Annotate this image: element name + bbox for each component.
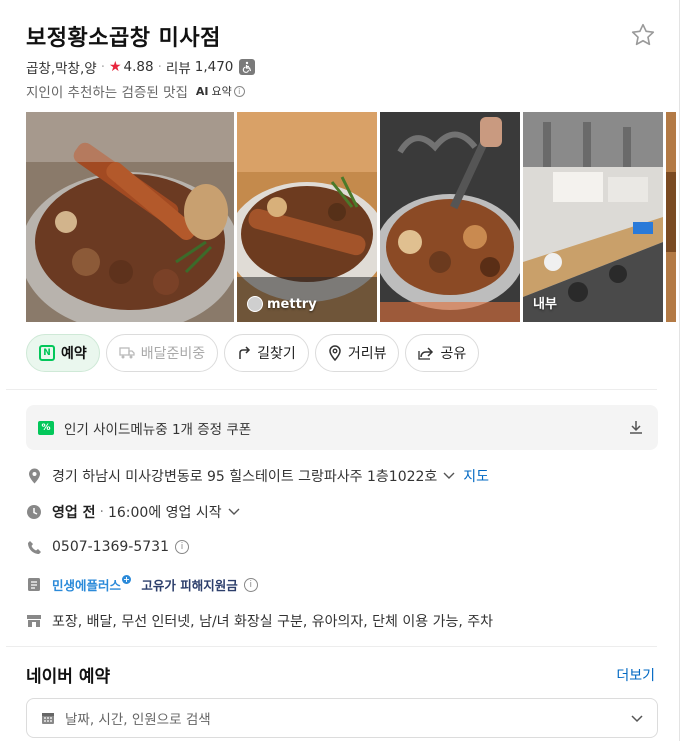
- section-divider: [6, 389, 657, 390]
- ai-summary-badge[interactable]: AI 요약 i: [196, 83, 245, 99]
- info-icon[interactable]: i: [243, 577, 258, 592]
- location-pin-icon: [26, 468, 42, 484]
- photo-item[interactable]: mettry: [237, 112, 377, 322]
- plus-icon: +: [122, 575, 132, 584]
- photo-item[interactable]: [666, 112, 676, 322]
- business-hours: 16:00에 영업 시작: [107, 505, 222, 521]
- promo-badge[interactable]: 민생에플러스 + 고유가 피해지원금: [52, 575, 238, 594]
- coupon-banner[interactable]: % 인기 사이드메뉴중 1개 증정 쿠폰: [26, 405, 658, 450]
- ai-badge-label: AI: [195, 84, 209, 98]
- hours-row[interactable]: 영업 전 · 16:00에 영업 시작: [26, 502, 240, 522]
- amenities-row: 포장, 배달, 무선 인터넷, 남/녀 화장실 구분, 유아의자, 단체 이용 …: [26, 611, 493, 631]
- share-button[interactable]: 공유: [405, 334, 480, 372]
- avatar: [247, 296, 263, 312]
- photo-label: mettry: [247, 296, 317, 312]
- directions-arrow-icon: [237, 346, 251, 360]
- booking-section-title: 네이버 예약: [26, 667, 111, 687]
- booking-more-link[interactable]: 더보기: [616, 665, 655, 685]
- ai-summary-label: 요약: [211, 85, 232, 98]
- promo-brand: 민생에플러스: [52, 578, 122, 593]
- section-divider: [6, 646, 657, 647]
- share-label: 공유: [440, 346, 467, 362]
- delivery-label: 배달준비중: [140, 346, 206, 362]
- accessibility-icon: [239, 59, 256, 75]
- reserve-button[interactable]: N 예약: [26, 334, 100, 372]
- place-category: 곱창,막창,양: [26, 61, 97, 77]
- place-tagline-row: 지인이 추천하는 검증된 맛집 AI 요약 i: [26, 81, 245, 101]
- promo-row: 민생에플러스 + 고유가 피해지원금 i: [26, 575, 258, 594]
- directions-button[interactable]: 길찾기: [224, 334, 309, 372]
- directions-label: 길찾기: [257, 346, 296, 362]
- delivery-button[interactable]: 배달준비중: [105, 334, 219, 372]
- rating-star-icon: ★: [108, 59, 122, 75]
- phone-row: 0507-1369-5731 i: [26, 539, 189, 555]
- chevron-down-icon[interactable]: [443, 472, 455, 480]
- review-label[interactable]: 리뷰: [166, 57, 191, 77]
- street-view-label: 거리뷰: [347, 346, 387, 362]
- naver-booking-icon: N: [39, 345, 55, 361]
- chevron-down-icon: [631, 711, 643, 727]
- list-icon: [26, 577, 42, 593]
- promo-text: 고유가 피해지원금: [141, 578, 238, 593]
- chevron-down-icon[interactable]: [228, 508, 240, 516]
- download-icon[interactable]: [628, 419, 644, 439]
- place-tagline: 지인이 추천하는 검증된 맛집: [26, 85, 188, 101]
- photo-item[interactable]: 내부: [523, 112, 663, 322]
- delivery-truck-icon: [119, 346, 135, 360]
- photo-label: 내부: [533, 293, 557, 312]
- address-row: 경기 하남시 미사강변동로 95 힐스테이트 그랑파사주 1층1022호 지도: [26, 466, 489, 486]
- place-title: 보정황소곱창 미사점: [26, 26, 221, 51]
- coupon-text: 인기 사이드메뉴중 1개 증정 쿠폰: [64, 421, 252, 438]
- coupon-icon: %: [38, 420, 54, 435]
- photo-strip: mettry 내부: [26, 112, 676, 322]
- action-bar: N 예약 배달준비중 길찾기 거리뷰 공유: [26, 334, 480, 372]
- photo-caption: 내부: [533, 297, 557, 312]
- store-icon: [26, 613, 42, 629]
- info-icon: i: [233, 85, 245, 97]
- clock-icon: [26, 504, 42, 520]
- review-count[interactable]: 1,470: [195, 59, 234, 75]
- reserve-label: 예약: [61, 346, 87, 362]
- amenities-text: 포장, 배달, 무선 인터넷, 남/녀 화장실 구분, 유아의자, 단체 이용 …: [52, 614, 494, 630]
- separator-dot: ·: [100, 59, 105, 75]
- separator-dot: ·: [157, 59, 162, 75]
- photo-item[interactable]: [26, 112, 234, 322]
- info-icon[interactable]: i: [175, 540, 189, 554]
- place-card: 보정황소곱창 미사점 곱창,막창,양 · ★ 4.88 · 리뷰 1,470 지…: [0, 0, 680, 741]
- favorite-star-icon[interactable]: [630, 22, 656, 48]
- phone-icon: [26, 539, 42, 555]
- map-link[interactable]: 지도: [463, 466, 489, 486]
- separator-dot: ·: [99, 504, 104, 520]
- share-icon: [418, 346, 434, 360]
- booking-search-placeholder: 날짜, 시간, 인원으로 검색: [65, 712, 211, 728]
- location-pin-icon: [328, 345, 342, 361]
- place-meta: 곱창,막창,양 · ★ 4.88 · 리뷰 1,470: [26, 57, 256, 77]
- calendar-icon: [41, 711, 55, 725]
- address-text: 경기 하남시 미사강변동로 95 힐스테이트 그랑파사주 1층1022호: [52, 469, 438, 485]
- booking-search-field[interactable]: 날짜, 시간, 인원으로 검색: [26, 698, 658, 738]
- phone-number[interactable]: 0507-1369-5731: [52, 539, 169, 555]
- photo-item[interactable]: [380, 112, 520, 322]
- business-status: 영업 전: [52, 505, 96, 521]
- place-rating: 4.88: [123, 59, 154, 75]
- photo-author: mettry: [267, 296, 317, 312]
- street-view-button[interactable]: 거리뷰: [314, 334, 400, 372]
